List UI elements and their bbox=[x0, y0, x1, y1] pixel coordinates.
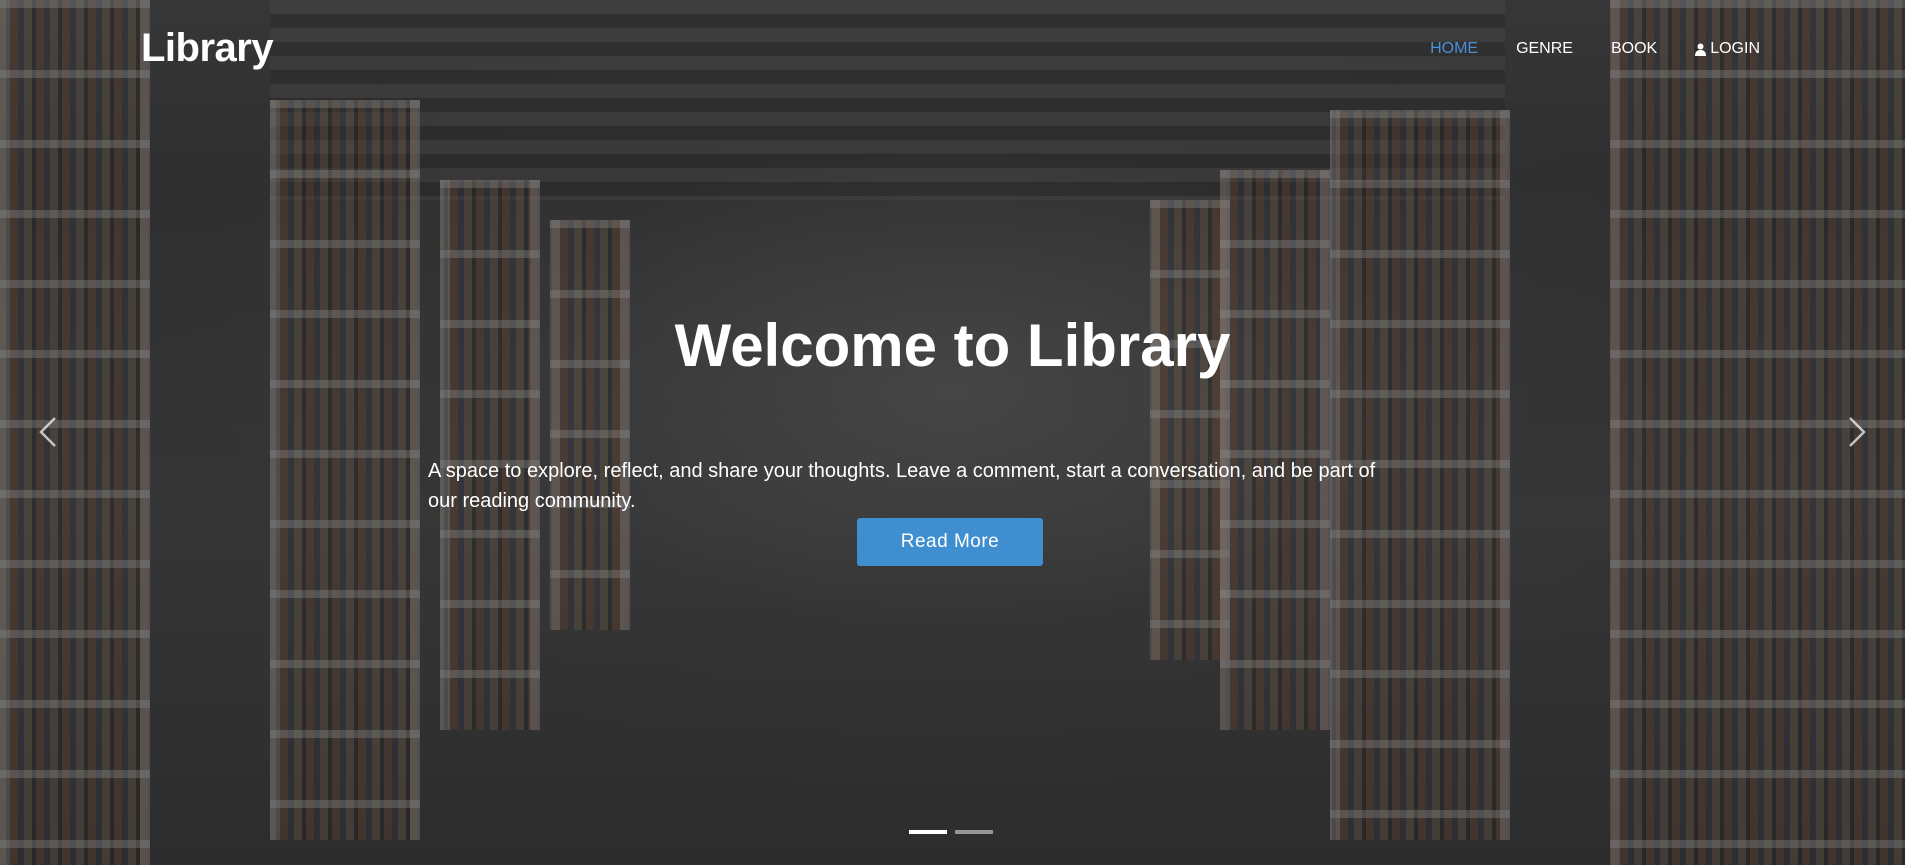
nav-item-home[interactable]: HOME bbox=[1430, 40, 1478, 58]
brand-logo[interactable]: Library bbox=[141, 26, 274, 71]
hero-content: Welcome to Library A space to explore, r… bbox=[0, 310, 1905, 566]
nav-item-login-label: LOGIN bbox=[1710, 40, 1760, 57]
nav-item-book[interactable]: BOOK bbox=[1611, 40, 1657, 58]
hero-title: Welcome to Library bbox=[674, 312, 1231, 379]
user-icon bbox=[1695, 43, 1707, 56]
nav-item-genre[interactable]: GENRE bbox=[1516, 40, 1573, 58]
chevron-left-icon bbox=[39, 417, 56, 447]
nav-item-login[interactable]: LOGIN bbox=[1695, 40, 1760, 58]
nav-menu: HOME GENRE BOOK LOGIN bbox=[1430, 40, 1760, 58]
carousel-indicator-2[interactable] bbox=[955, 830, 993, 834]
hero-subtitle: A space to explore, reflect, and share y… bbox=[428, 460, 1376, 512]
carousel-next-button[interactable] bbox=[1842, 412, 1872, 452]
read-more-button[interactable]: Read More bbox=[857, 518, 1043, 566]
carousel-prev-button[interactable] bbox=[33, 412, 63, 452]
hero-carousel: Library HOME GENRE BOOK LOGIN Welcome to… bbox=[0, 0, 1905, 865]
background-overlay bbox=[0, 0, 1905, 865]
chevron-right-icon bbox=[1849, 417, 1866, 447]
carousel-indicator-1[interactable] bbox=[909, 830, 947, 834]
carousel-indicators bbox=[909, 830, 993, 834]
navbar: Library HOME GENRE BOOK LOGIN bbox=[0, 0, 1905, 100]
